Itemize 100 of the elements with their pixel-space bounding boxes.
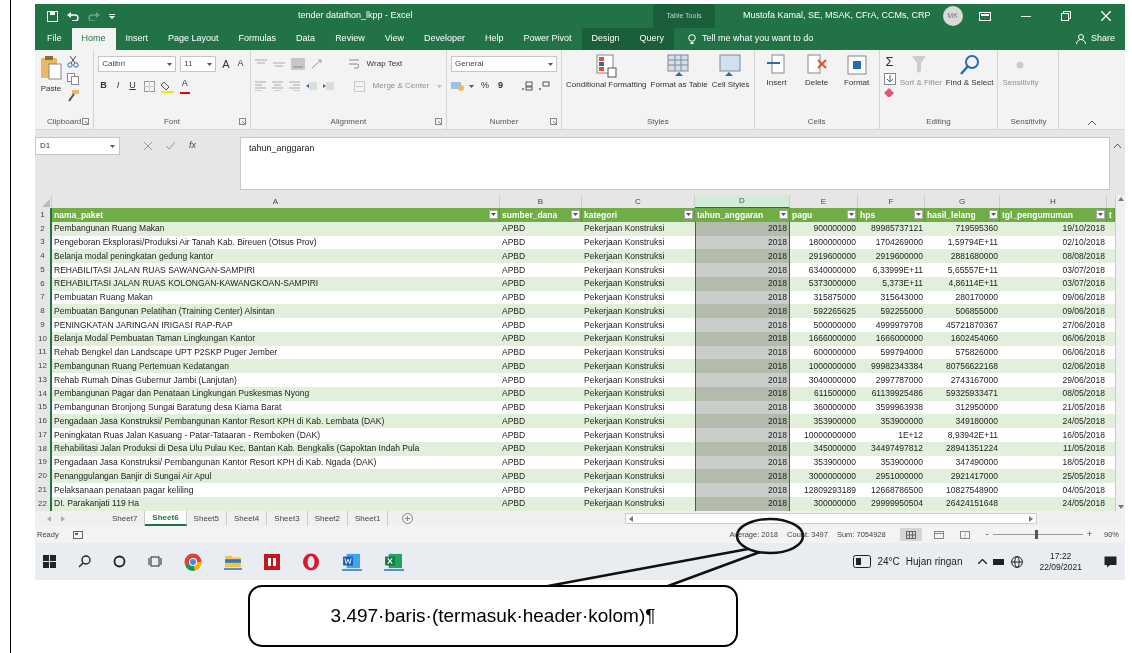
scroll-right-icon[interactable] [1029,515,1034,522]
weather-icon[interactable] [853,555,872,568]
comma-style-button[interactable]: 9 [496,78,506,94]
scissors-icon[interactable] [67,56,79,68]
customize-icon[interactable] [109,13,115,19]
dialog-launcher-icon[interactable] [550,118,558,125]
ribbon-tab[interactable]: Home [71,28,116,50]
number-format-field[interactable]: General [451,56,558,72]
horizontal-scrollbar[interactable] [625,513,1038,524]
filter-button[interactable] [1096,210,1105,220]
add-sheet-icon[interactable] [402,513,414,524]
ribbon-tab[interactable]: Data [286,28,326,50]
font-color-button[interactable]: A [179,78,190,94]
increase-decimal-icon[interactable] [521,81,534,91]
zoom-out-button[interactable]: - [985,527,989,542]
paste-button[interactable]: Paste [40,83,62,95]
ribbon-tab[interactable]: Query [629,28,675,50]
formula-input[interactable]: tahun_anggaran [240,137,1110,190]
filter-button[interactable] [779,210,788,220]
eraser-icon[interactable] [883,88,896,98]
folder-icon[interactable] [224,553,242,570]
ribbon-button[interactable]: Format [843,78,870,88]
filter-button[interactable] [489,210,498,220]
app-icon[interactable] [264,553,280,570]
word-icon[interactable] [342,552,362,571]
close-icon[interactable] [1101,11,1111,21]
scroll-left-icon[interactable] [629,515,634,522]
borders-icon[interactable] [143,80,155,92]
search-icon[interactable] [78,555,91,568]
vertical-scrollbar[interactable] [1115,195,1125,511]
autosum-button[interactable]: Σ [883,54,896,70]
row-number[interactable]: 21 [35,483,52,497]
dialog-launcher-icon[interactable] [82,118,90,125]
share-button[interactable]: Share [1090,32,1115,46]
ribbon-button[interactable]: Find & Select [945,78,994,88]
tray-caret-icon[interactable] [978,559,988,564]
windows-start-icon[interactable] [43,555,56,568]
restore-icon[interactable] [1061,11,1071,21]
row-number[interactable]: 16 [35,414,52,428]
zoom-slider-thumb[interactable] [1035,530,1038,539]
filter-button[interactable] [684,210,693,220]
ribbon-tab[interactable]: Developer [414,28,476,50]
sheet-tab[interactable]: Sheet6 [145,511,187,526]
filter-button[interactable] [989,210,998,220]
orientation-icon[interactable] [310,59,325,69]
ribbon-button[interactable]: Format as Table [650,80,708,90]
notification-icon[interactable] [1104,555,1117,568]
copy-icon[interactable] [67,73,79,85]
row-number[interactable]: 13 [35,373,52,387]
ribbon-button[interactable]: Delete [805,78,829,88]
ribbon-button[interactable]: Cell Styles [711,80,750,90]
align-bottom-icon[interactable] [290,58,305,70]
ribbon-tab[interactable]: Power Pivot [513,28,582,50]
underline-button[interactable]: U [127,78,138,94]
task-view-icon[interactable] [148,555,162,568]
fill-icon[interactable] [883,73,896,85]
ribbon-tab[interactable]: Review [325,28,375,50]
ribbon-tab[interactable]: Design [581,28,630,50]
row-number[interactable]: 17 [35,428,52,442]
normal-view-icon[interactable] [905,530,916,539]
font-name-field[interactable]: Calibri [98,56,177,72]
opera-icon[interactable] [302,552,320,571]
dialog-launcher-icon[interactable] [238,118,246,125]
increase-indent-icon[interactable] [322,81,334,91]
ribbon-display-icon[interactable] [979,11,991,21]
fill-color-icon[interactable] [160,79,174,93]
collapse-formula-bar-icon[interactable] [1114,144,1121,148]
cancel-icon[interactable] [144,142,152,150]
cortana-icon[interactable] [113,555,126,568]
undo-icon[interactable] [67,11,79,21]
filter-button[interactable] [914,210,923,220]
dialog-launcher-icon[interactable] [435,118,443,125]
row-number[interactable]: 12 [35,359,52,373]
ribbon-tab[interactable]: Formulas [228,28,287,50]
ribbon-tab[interactable]: File [37,28,72,50]
column-header[interactable]: D [695,195,790,209]
page-break-view-icon[interactable] [959,530,970,539]
save-icon[interactable] [47,10,58,22]
ribbon-button[interactable]: Insert [766,78,787,88]
font-size-field[interactable]: 11 [180,56,217,72]
collapse-ribbon-icon[interactable] [1088,120,1097,125]
filter-button[interactable] [847,210,856,220]
bold-button[interactable]: B [98,78,109,94]
grow-font-button[interactable]: A [220,56,232,72]
ribbon-button[interactable]: Conditional Formatting [566,80,647,90]
zoom-in-button[interactable]: + [1086,527,1092,542]
globe-icon[interactable] [1011,555,1024,568]
macro-record-icon[interactable] [72,530,83,539]
insert-function-button[interactable]: fx [189,139,196,153]
ribbon-tab[interactable]: Help [475,28,514,50]
battery-icon[interactable] [993,558,1006,565]
percent-button[interactable]: % [479,78,492,94]
ribbon-tab[interactable]: Page Layout [158,28,229,50]
page-layout-view-icon[interactable] [933,530,944,539]
decrease-indent-icon[interactable] [305,81,317,91]
excel-icon[interactable] [384,552,404,571]
scroll-up-icon[interactable] [1117,197,1124,201]
decrease-decimal-icon[interactable] [538,81,551,91]
ribbon-tab[interactable]: View [374,28,414,50]
italic-button[interactable]: I [114,78,122,94]
